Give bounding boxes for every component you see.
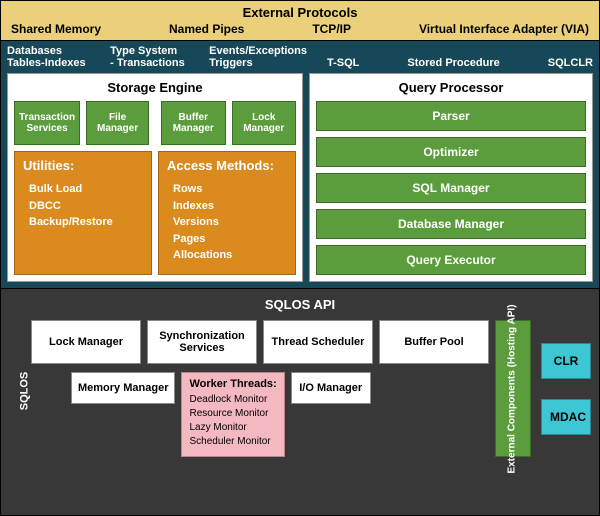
wt-scheduler-monitor: Scheduler Monitor (189, 435, 276, 449)
query-processor-title: Query Processor (316, 80, 586, 95)
protocol-named-pipes: Named Pipes (169, 22, 244, 36)
architecture-diagram: External Protocols Shared Memory Named P… (0, 0, 600, 516)
label-tables-indexes: Tables-Indexes (7, 57, 86, 69)
apis-labels: Databases Tables-Indexes Type System - T… (7, 45, 593, 69)
access-methods-title: Access Methods: (167, 158, 287, 173)
qp-query-executor: Query Executor (316, 245, 586, 275)
buffer-manager: Buffer Manager (161, 101, 226, 145)
sqlos-side-label: SQLOS (18, 371, 30, 410)
protocol-tcpip: TCP/IP (312, 22, 351, 36)
utilities-box: Utilities: Bulk Load DBCC Backup/Restore (14, 151, 152, 275)
label-databases: Databases (7, 45, 86, 57)
am-indexes: Indexes (173, 198, 287, 215)
qp-sql-manager: SQL Manager (316, 173, 586, 203)
query-processor-box: Query Processor Parser Optimizer SQL Man… (309, 73, 593, 282)
mdac-box: MDAC (541, 399, 591, 435)
external-components-box: External Components (Hosting API) (495, 320, 531, 457)
util-backup-restore: Backup/Restore (29, 214, 143, 231)
am-rows: Rows (173, 181, 287, 198)
wt-deadlock-monitor: Deadlock Monitor (189, 393, 276, 407)
util-bulk-load: Bulk Load (29, 181, 143, 198)
am-pages: Pages (173, 231, 287, 248)
sqlos-io-manager: I/O Manager (291, 372, 371, 404)
external-components-label: External Components (Hosting API) (507, 304, 519, 473)
sqlos-buffer-pool: Buffer Pool (379, 320, 489, 364)
label-triggers: Triggers (209, 57, 307, 69)
sqlos-thread-scheduler: Thread Scheduler (263, 320, 373, 364)
sqlos-section: SQLOS Lock Manager Synchronization Servi… (1, 316, 599, 465)
lock-manager-se: Lock Manager (232, 101, 297, 145)
sqlos-sync-services: Synchronization Services (147, 320, 257, 364)
storage-engine-title: Storage Engine (14, 80, 296, 95)
label-sqlclr: SQLCLR (548, 57, 593, 69)
sqlos-lock-manager: Lock Manager (31, 320, 141, 364)
protocols-list: Shared Memory Named Pipes TCP/IP Virtual… (7, 22, 593, 36)
am-versions: Versions (173, 214, 287, 231)
label-tsql: T-SQL (327, 57, 359, 69)
clr-box: CLR (541, 343, 591, 379)
util-dbcc: DBCC (29, 198, 143, 215)
label-events-exceptions: Events/Exceptions (209, 45, 307, 57)
file-manager: File Manager (86, 101, 149, 145)
wt-resource-monitor: Resource Monitor (189, 407, 276, 421)
protocol-via: Virtual Interface Adapter (VIA) (419, 22, 589, 36)
label-type-system: Type System (110, 45, 185, 57)
sqlos-memory-manager: Memory Manager (71, 372, 175, 404)
worker-threads-title: Worker Threads: (189, 378, 276, 390)
access-methods-box: Access Methods: Rows Indexes Versions Pa… (158, 151, 296, 275)
storage-engine-box: Storage Engine Transaction Services File… (7, 73, 303, 282)
qp-parser: Parser (316, 101, 586, 131)
worker-threads-box: Worker Threads: Deadlock Monitor Resourc… (181, 372, 284, 457)
protocol-shared-memory: Shared Memory (11, 22, 101, 36)
label-transactions: - Transactions (110, 57, 185, 69)
am-allocations: Allocations (173, 247, 287, 264)
main-engine-section: Databases Tables-Indexes Type System - T… (1, 41, 599, 288)
external-protocols-section: External Protocols Shared Memory Named P… (1, 1, 599, 41)
qp-database-manager: Database Manager (316, 209, 586, 239)
protocols-title: External Protocols (7, 5, 593, 20)
wt-lazy-monitor: Lazy Monitor (189, 421, 276, 435)
qp-optimizer: Optimizer (316, 137, 586, 167)
label-stored-procedure: Stored Procedure (407, 57, 499, 69)
transaction-services: Transaction Services (14, 101, 80, 145)
utilities-title: Utilities: (23, 158, 143, 173)
